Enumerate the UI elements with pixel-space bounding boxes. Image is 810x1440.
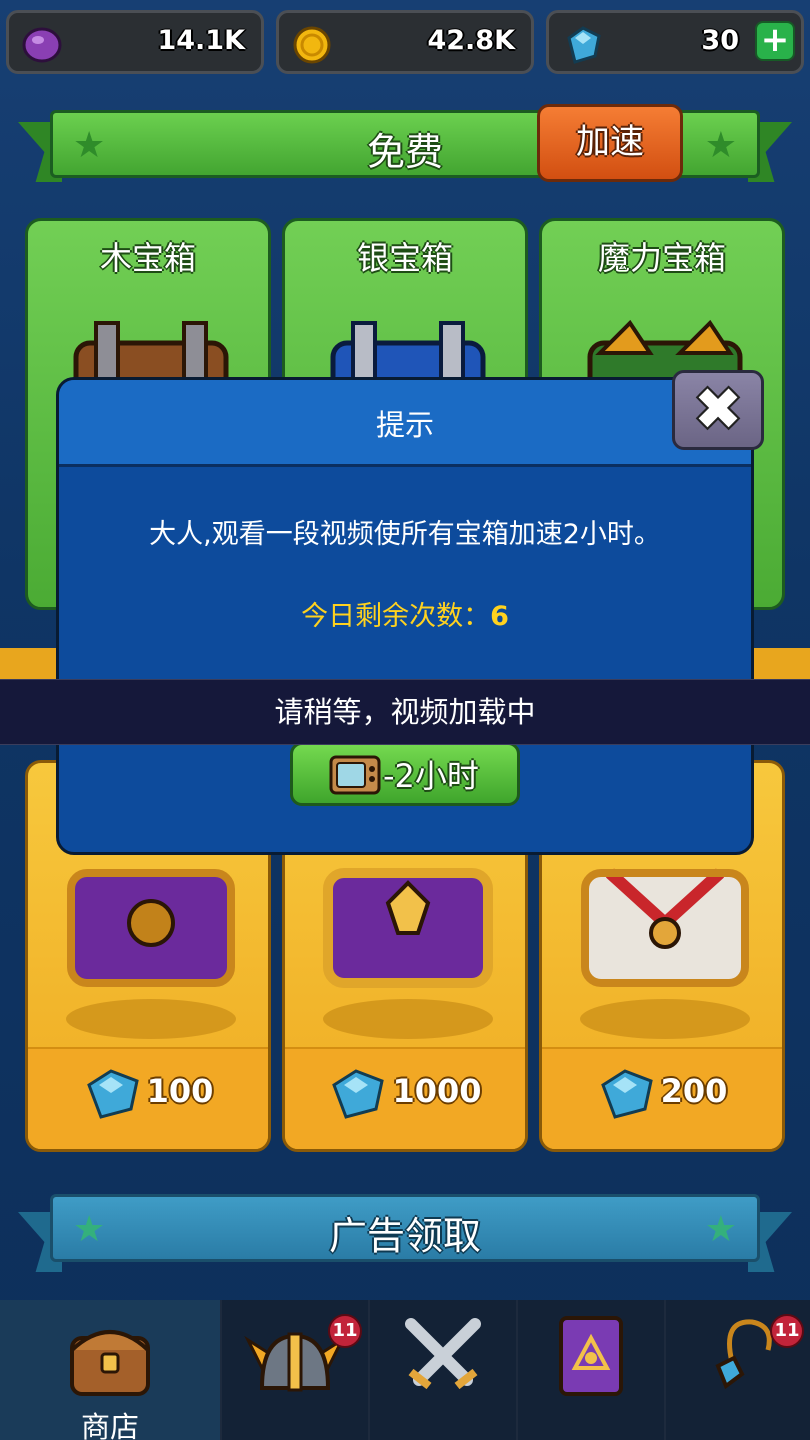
watch-video-label: -2小时 <box>383 757 479 795</box>
price-area: 200 <box>542 1047 782 1149</box>
shop-screen: 14.1K 42.8K 30 + ★ 免费 ★ 加速 木宝箱 银宝箱 魔力宝箱 … <box>0 0 810 1440</box>
star-icon: ★ <box>704 1209 737 1250</box>
gem-icon <box>600 1069 653 1119</box>
tab-shop[interactable]: 商店 <box>0 1300 220 1440</box>
dialog-title: 提示 <box>375 408 434 442</box>
gold-coin-icon <box>293 26 331 64</box>
chest-price[interactable]: 200 <box>542 1067 782 1119</box>
loading-toast: 请稍等，视频加载中 <box>0 679 810 745</box>
ad-section-ribbon: ★ 广告领取 ★ <box>50 1194 760 1262</box>
gem-counter[interactable]: 30 + <box>546 10 804 74</box>
bottom-nav: 商店 11 11 <box>0 1300 810 1440</box>
royal-chest-icon <box>323 868 493 988</box>
skull-chest-icon <box>67 869 235 987</box>
gold-amount: 42.8K <box>427 25 515 56</box>
remaining-value: 6 <box>490 601 509 632</box>
price-area: 1000 <box>285 1047 525 1149</box>
price-area: 100 <box>28 1047 268 1149</box>
chest-name: 木宝箱 <box>99 239 196 277</box>
chest-price[interactable]: 100 <box>28 1067 268 1119</box>
remaining-label: 今日剩余次数： <box>301 601 491 632</box>
chest-name: 魔力宝箱 <box>597 239 726 277</box>
spellbook-icon <box>559 1316 623 1396</box>
gem-icon <box>567 26 601 64</box>
gem-icon <box>86 1069 139 1119</box>
dialog-header: 提示 <box>59 380 751 467</box>
star-icon: ★ <box>704 125 737 166</box>
add-gems-button[interactable]: + <box>755 21 795 61</box>
tab-equipment[interactable]: 11 <box>664 1300 810 1440</box>
red-white-chest-icon <box>581 868 749 987</box>
potion-amount: 14.1K <box>157 25 245 56</box>
potion-icon <box>22 27 62 63</box>
ad-section-title: 广告领取 <box>328 1214 481 1258</box>
tab-battle[interactable] <box>368 1300 516 1440</box>
price-value: 200 <box>660 1072 728 1110</box>
crossed-swords-icon <box>405 1318 481 1390</box>
gold-counter[interactable]: 42.8K <box>276 10 534 74</box>
chest-shadow <box>323 999 493 1039</box>
tab-shop-label: 商店 <box>80 1410 139 1440</box>
price-value: 1000 <box>392 1072 482 1110</box>
remaining-count-text: 今日剩余次数：6 <box>59 594 751 633</box>
chest-price[interactable]: 1000 <box>285 1067 525 1119</box>
potion-counter[interactable]: 14.1K <box>6 10 264 74</box>
chest-icon <box>70 1330 150 1396</box>
chest-name: 银宝箱 <box>356 239 453 277</box>
chest-shadow <box>580 999 750 1039</box>
gem-icon <box>332 1069 385 1119</box>
equipment-badge: 11 <box>770 1314 804 1348</box>
speed-up-button[interactable]: 加速 <box>537 104 683 182</box>
close-icon[interactable]: ✖ <box>672 370 764 450</box>
tab-heroes[interactable]: 11 <box>220 1300 368 1440</box>
tv-icon <box>329 755 381 795</box>
gem-amount: 30 <box>701 25 739 56</box>
price-value: 100 <box>146 1072 214 1110</box>
watch-video-button[interactable]: -2小时 <box>290 742 520 806</box>
chest-shadow <box>66 999 236 1039</box>
dialog-message: 大人,观看一段视频使所有宝箱加速2小时。 <box>149 519 661 550</box>
heroes-badge: 11 <box>328 1314 362 1348</box>
tab-spellbook[interactable] <box>516 1300 664 1440</box>
